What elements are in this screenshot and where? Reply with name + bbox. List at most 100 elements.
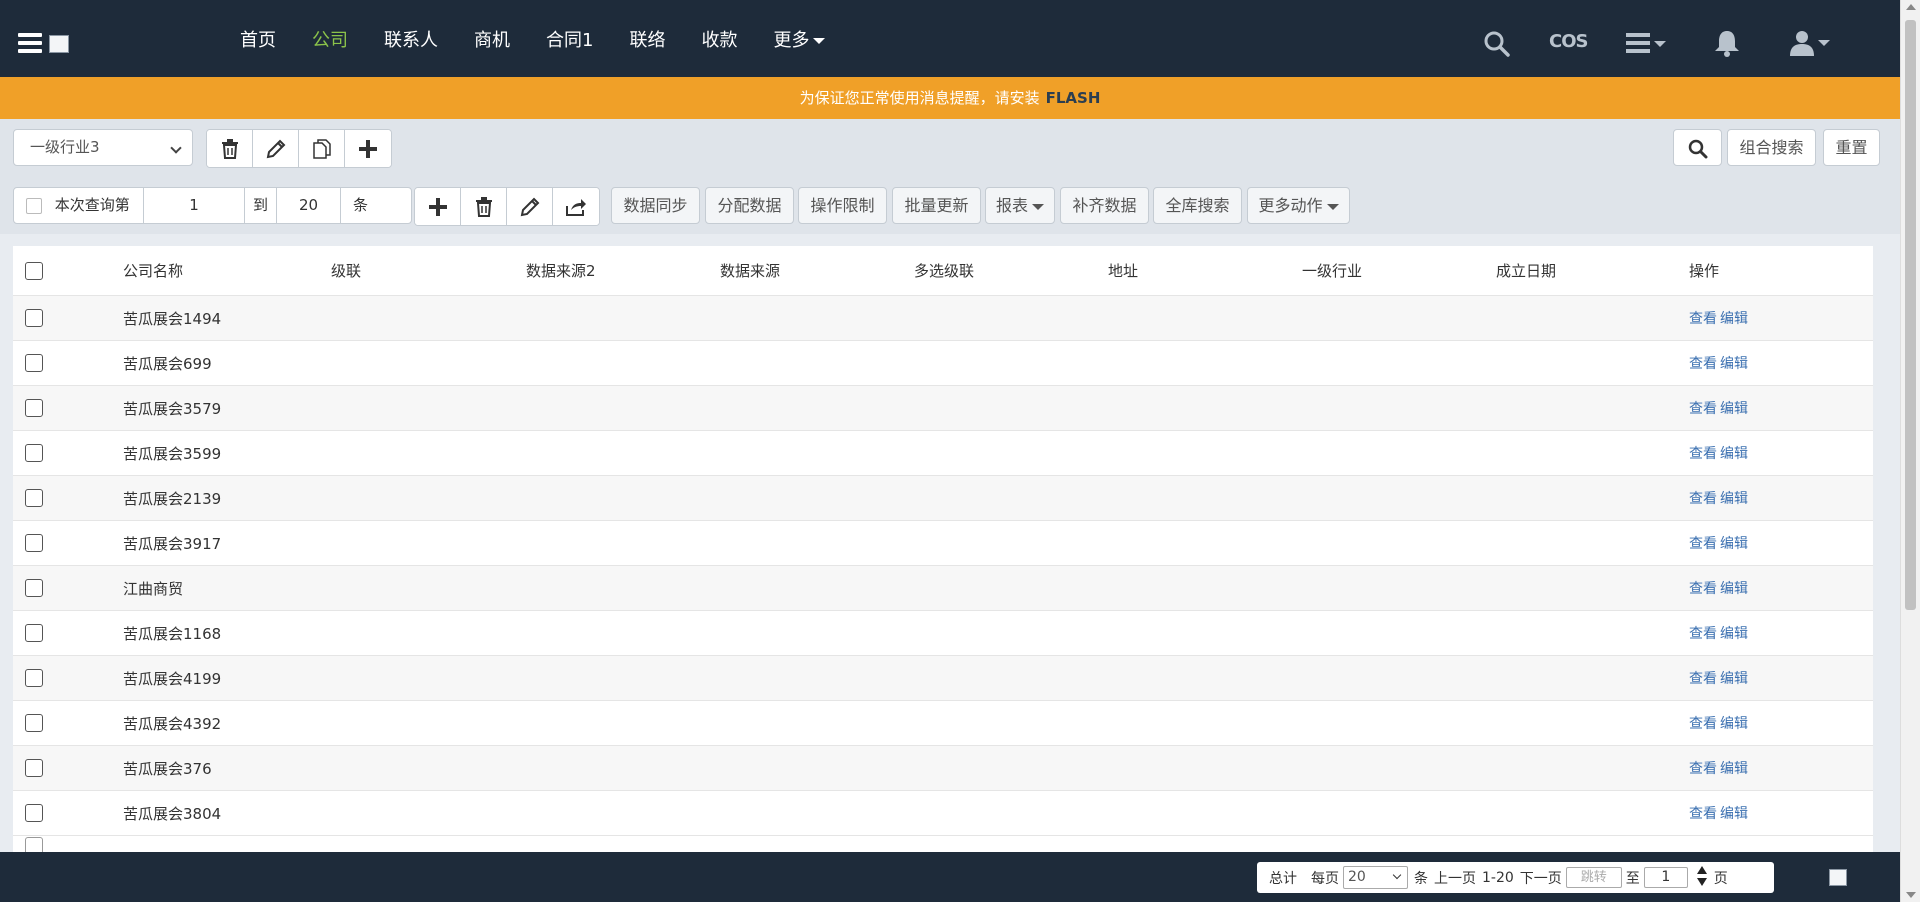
view-link[interactable]: 查看 — [1689, 581, 1717, 597]
row-checkbox[interactable] — [25, 399, 43, 418]
view-link[interactable]: 查看 — [1689, 806, 1717, 822]
range-from-input[interactable]: 1 — [144, 188, 245, 223]
search-icon[interactable] — [1484, 31, 1510, 61]
view-link[interactable]: 查看 — [1689, 311, 1717, 327]
header-founded-date[interactable]: 成立日期 — [1496, 260, 1689, 281]
data-sync-button[interactable]: 数据同步 — [611, 187, 700, 224]
page-number-input[interactable]: 1 — [1643, 867, 1688, 888]
batch-update-button[interactable]: 批量更新 — [892, 187, 981, 224]
select-all-checkbox[interactable] — [25, 261, 43, 280]
operation-restrict-button[interactable]: 操作限制 — [798, 187, 887, 224]
row-checkbox[interactable] — [25, 837, 43, 852]
nav-item-payment[interactable]: 收款 — [701, 26, 737, 52]
range-checkbox[interactable] — [26, 197, 42, 214]
cos-icon[interactable]: COS — [1549, 31, 1588, 52]
add-record-button[interactable] — [415, 188, 461, 225]
row-checkbox[interactable] — [25, 579, 43, 598]
edit-link[interactable]: 编辑 — [1720, 446, 1748, 462]
header-operations: 操作 — [1689, 262, 1720, 280]
view-link[interactable]: 查看 — [1689, 356, 1717, 372]
nav-item-contract[interactable]: 合同1 — [546, 26, 593, 52]
row-checkbox[interactable] — [25, 669, 43, 688]
row-checkbox[interactable] — [25, 309, 43, 328]
banner-flash-link[interactable]: FLASH — [1046, 89, 1101, 107]
next-page-link[interactable]: 下一页 — [1520, 868, 1562, 888]
company-table: 公司名称 级联 数据来源2 数据来源 多选级联 地址 一级行业 成立日期 操作 … — [13, 246, 1873, 852]
edit-link[interactable]: 编辑 — [1720, 311, 1748, 327]
edit-link[interactable]: 编辑 — [1720, 626, 1748, 642]
nav-item-contacts[interactable]: 联系人 — [384, 26, 438, 52]
nav-item-company[interactable]: 公司 — [312, 26, 348, 52]
per-page-select[interactable]: 20 — [1343, 866, 1408, 889]
industry-filter-select[interactable]: 一级行业3 — [13, 129, 193, 166]
header-address[interactable]: 地址 — [1108, 260, 1302, 281]
edit-link[interactable]: 编辑 — [1720, 401, 1748, 417]
add-filter-button[interactable] — [345, 130, 391, 167]
global-search-button[interactable]: 全库搜索 — [1153, 187, 1242, 224]
view-link[interactable]: 查看 — [1689, 446, 1717, 462]
row-checkbox[interactable] — [25, 444, 43, 463]
scroll-thumb[interactable] — [1905, 20, 1916, 610]
nav-item-liaison[interactable]: 联络 — [629, 26, 665, 52]
banner-text: 为保证您正常使用消息提醒，请安装 — [799, 89, 1040, 107]
reset-button[interactable]: 重置 — [1823, 129, 1880, 166]
nav-item-opportunity[interactable]: 商机 — [474, 26, 510, 52]
edit-record-button[interactable] — [507, 188, 553, 225]
more-actions-button[interactable]: 更多动作 — [1247, 187, 1350, 224]
range-label-cell: 本次查询第 — [14, 188, 144, 223]
nav-item-more[interactable]: 更多 — [773, 26, 826, 52]
header-multi-cascade[interactable]: 多选级联 — [914, 260, 1108, 281]
row-checkbox[interactable] — [25, 804, 43, 823]
edit-filter-button[interactable] — [253, 130, 299, 167]
edit-link[interactable]: 编辑 — [1720, 671, 1748, 687]
view-link[interactable]: 查看 — [1689, 716, 1717, 732]
view-link[interactable]: 查看 — [1689, 671, 1717, 687]
delete-record-button[interactable] — [461, 188, 507, 225]
row-checkbox[interactable] — [25, 354, 43, 373]
report-dropdown-button[interactable]: 报表 — [985, 187, 1055, 224]
prev-page-link[interactable]: 上一页 — [1434, 868, 1476, 888]
jump-page-input[interactable]: 跳转 — [1565, 867, 1622, 888]
view-link[interactable]: 查看 — [1689, 626, 1717, 642]
view-link[interactable]: 查看 — [1689, 761, 1717, 777]
header-industry[interactable]: 一级行业 — [1302, 260, 1496, 281]
view-link[interactable]: 查看 — [1689, 491, 1717, 507]
bell-icon[interactable] — [1713, 29, 1741, 61]
nav-item-home[interactable]: 首页 — [240, 26, 276, 52]
page-spinner-icon[interactable] — [1696, 865, 1708, 891]
view-link[interactable]: 查看 — [1689, 536, 1717, 552]
search-button[interactable] — [1673, 129, 1722, 166]
header-source[interactable]: 数据来源 — [720, 260, 914, 281]
header-cascade[interactable]: 级联 — [331, 260, 526, 281]
header-source2[interactable]: 数据来源2 — [526, 260, 720, 281]
combo-search-button[interactable]: 组合搜索 — [1727, 129, 1816, 166]
hamburger-menu-icon[interactable] — [18, 33, 42, 53]
list-menu-icon[interactable] — [1626, 33, 1668, 57]
delete-filter-button[interactable] — [207, 130, 253, 167]
row-checkbox[interactable] — [25, 714, 43, 733]
edit-link[interactable]: 编辑 — [1720, 581, 1748, 597]
share-record-button[interactable] — [553, 188, 599, 225]
edit-link[interactable]: 编辑 — [1720, 716, 1748, 732]
scroll-down-icon[interactable] — [1906, 892, 1916, 898]
row-checkbox[interactable] — [25, 624, 43, 643]
range-to-input[interactable]: 20 — [277, 188, 341, 223]
edit-link[interactable]: 编辑 — [1720, 806, 1748, 822]
row-checkbox[interactable] — [25, 534, 43, 553]
edit-link[interactable]: 编辑 — [1720, 761, 1748, 777]
view-link[interactable]: 查看 — [1689, 401, 1717, 417]
row-checkbox[interactable] — [25, 759, 43, 778]
page-scrollbar[interactable] — [1900, 0, 1920, 902]
copy-filter-button[interactable] — [299, 130, 345, 167]
edit-link[interactable]: 编辑 — [1720, 536, 1748, 552]
row-checkbox[interactable] — [25, 489, 43, 508]
edit-link[interactable]: 编辑 — [1720, 491, 1748, 507]
user-icon[interactable] — [1790, 30, 1830, 60]
header-company-name[interactable]: 公司名称 — [123, 260, 331, 281]
assign-data-button[interactable]: 分配数据 — [705, 187, 794, 224]
edit-link[interactable]: 编辑 — [1720, 356, 1748, 372]
fill-data-button[interactable]: 补齐数据 — [1060, 187, 1149, 224]
scroll-up-icon[interactable] — [1906, 4, 1916, 10]
pager-unit: 条 — [1414, 870, 1428, 887]
pager-total-label: 总计 — [1269, 870, 1297, 887]
